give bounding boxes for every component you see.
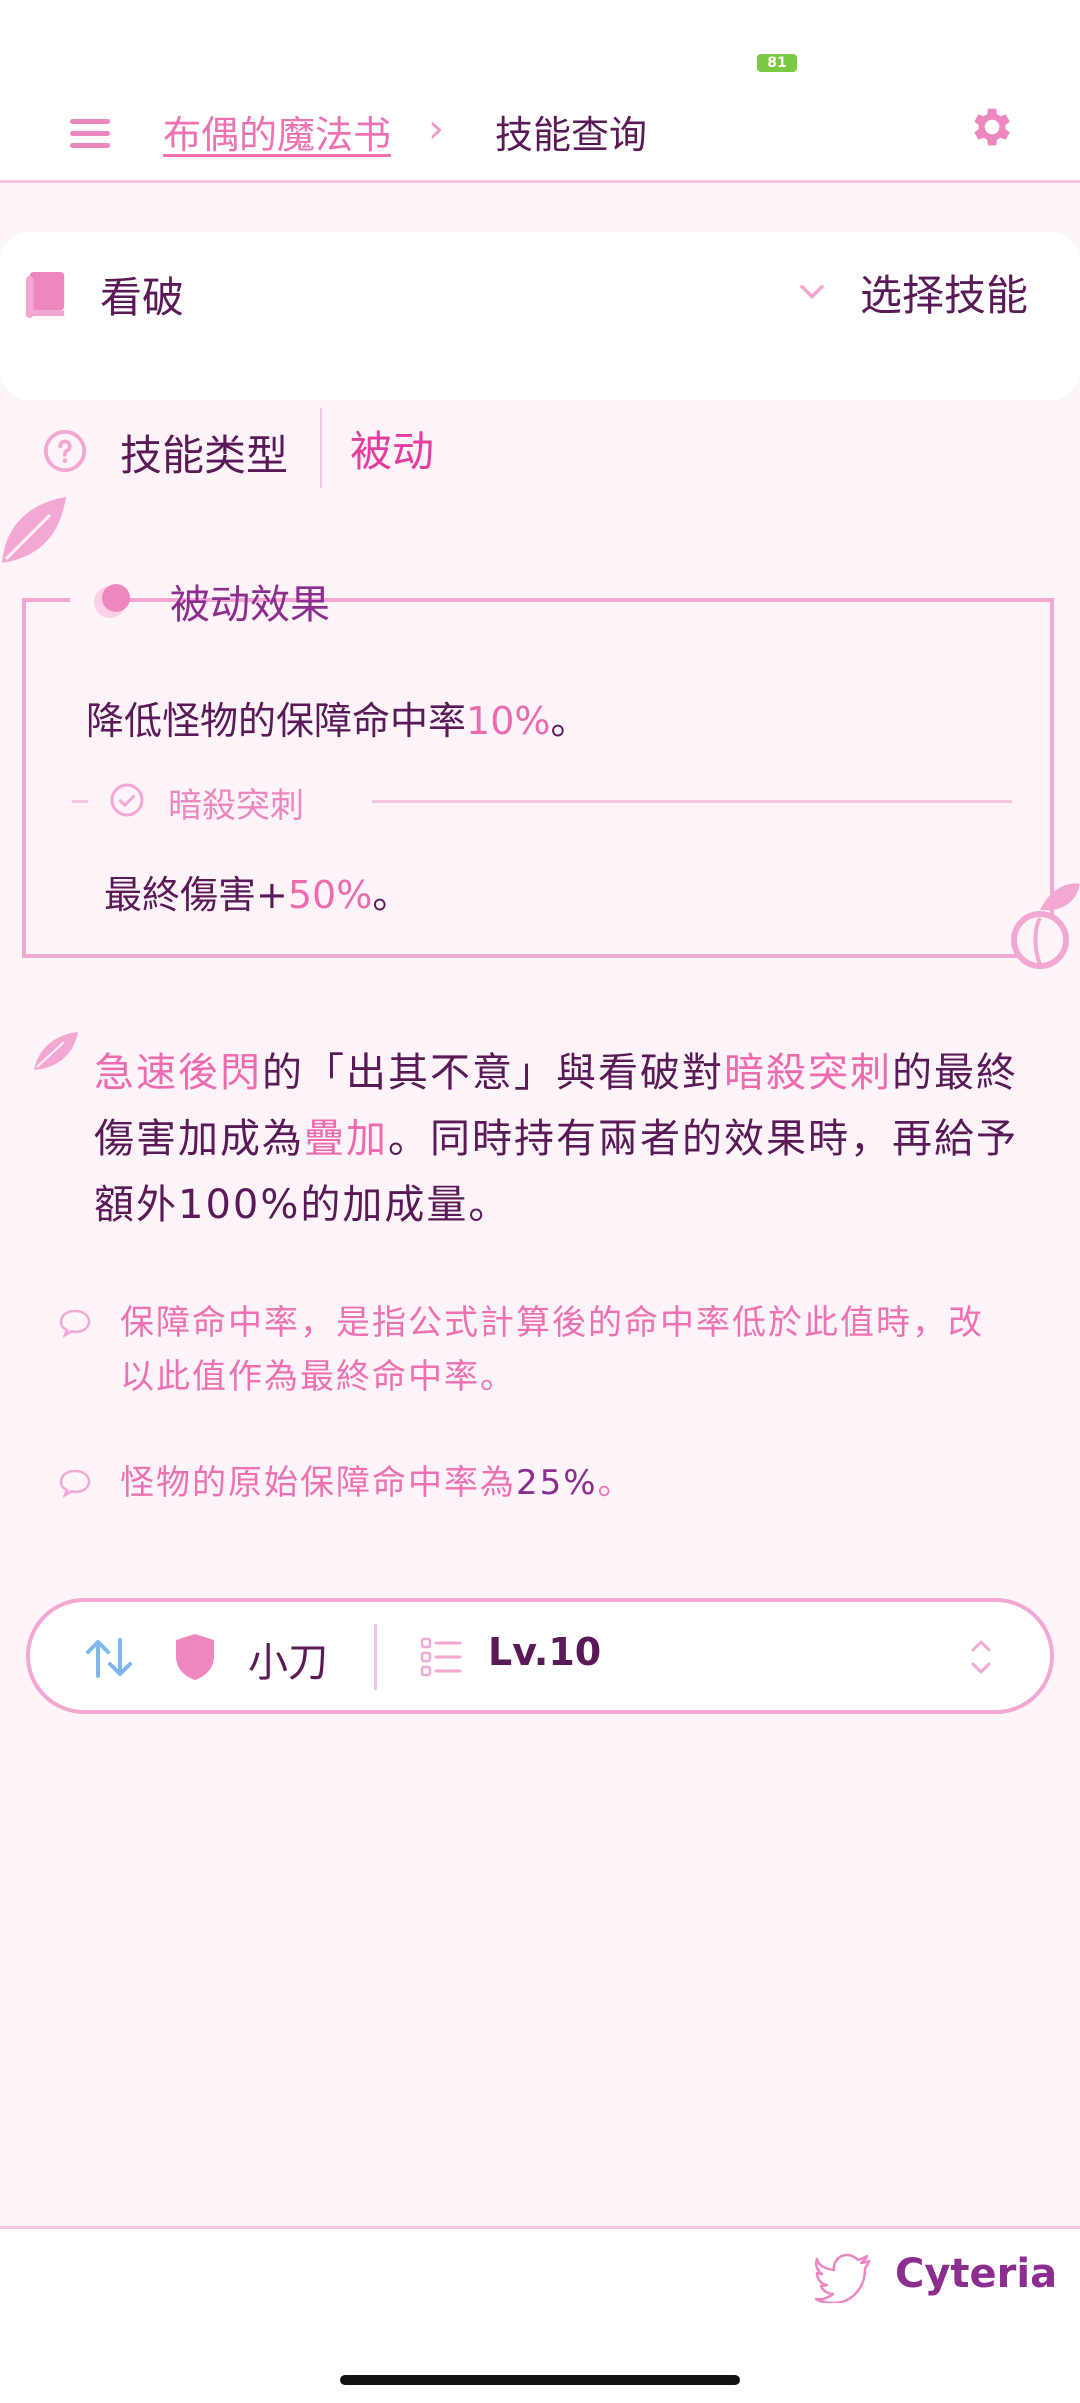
footer: Cyteria [0, 2226, 1080, 2403]
effect-value: 50% [287, 873, 373, 917]
effect-punct: 。 [550, 699, 589, 743]
divider [320, 408, 322, 488]
passive-effect-header: 被动效果 [70, 570, 330, 630]
menu-icon[interactable] [70, 112, 114, 152]
note-text-part: 怪物的原始保障命中率為 [120, 1463, 516, 1503]
divider [372, 800, 1012, 803]
description-text: 的「出其不意」與看破對 [262, 1050, 724, 1096]
skill-level-value[interactable]: Lv.10 [488, 1630, 601, 1674]
help-icon [43, 429, 87, 473]
passive-effect-line-2: 最終傷害+50%。 [104, 864, 410, 919]
condition-skill-title: 暗殺突刺 [168, 786, 304, 826]
page-title: 技能查询 [495, 113, 648, 157]
leaf-icon [2, 497, 66, 563]
gear-icon[interactable] [965, 102, 1015, 152]
skill-link-text: 暗殺突刺 [724, 1050, 892, 1096]
passive-effect-title: 被动效果 [170, 582, 330, 628]
home-indicator[interactable] [340, 2375, 740, 2385]
note-text: 保障命中率，是指公式計算後的命中率低於此值時，改以此值作為最終命中率。 [120, 1303, 984, 1397]
selected-skill-name: 看破 [100, 273, 185, 322]
peach-icon [1011, 883, 1080, 969]
passive-effect-line-1: 降低怪物的保障命中率10%。 [86, 690, 589, 745]
skill-type-value: 被动 [350, 427, 435, 476]
skill-type-row: 技能类型 被动 [0, 400, 1080, 500]
status-bar: 81 [0, 0, 1080, 90]
book-icon [25, 272, 65, 318]
note-text: 怪物的原始保障命中率為25%。 [120, 1456, 1018, 1510]
effect-text: 最終傷害+ [104, 873, 288, 917]
note-text-part: 。 [597, 1463, 634, 1503]
skill-description: 急速後閃的「出其不意」與看破對暗殺突刺的最終傷害加成為疊加。同時持有兩者的效果時… [94, 1040, 1034, 1238]
stepper-updown-icon[interactable] [966, 1632, 996, 1682]
check-circle-icon [110, 783, 144, 817]
list-icon [420, 1637, 462, 1677]
chat-bubble-icon [59, 1469, 91, 1498]
top-app-bar: 布偶的魔法书 › 技能查询 [0, 90, 1080, 183]
brand-name[interactable]: Cyteria [895, 2251, 1057, 2297]
shield-icon [176, 1634, 214, 1680]
effect-punct: 。 [372, 873, 411, 917]
effect-text: 降低怪物的保障命中率 [86, 699, 467, 743]
note-item: 保障命中率，是指公式計算後的命中率低於此值時，改以此值作為最終命中率。 [58, 1296, 1018, 1404]
leaf-icon [34, 1032, 78, 1070]
divider [72, 800, 88, 803]
twitter-bird-icon[interactable] [815, 2253, 871, 2303]
breadcrumb-home-link[interactable]: 布偶的魔法书 [163, 104, 391, 159]
weapon-level-bar: 小刀 Lv.10 [26, 1598, 1054, 1714]
moon-icon [94, 584, 130, 618]
highlight-text: 疊加 [304, 1116, 388, 1162]
skill-selector[interactable]: 看破 选择技能 [0, 232, 1080, 400]
skill-link-text: 急速後閃 [94, 1050, 262, 1096]
skill-type-label: 技能类型 [120, 431, 289, 480]
battery-indicator: 81 [757, 54, 797, 72]
choose-skill-button[interactable]: 选择技能 [860, 262, 1028, 323]
divider [374, 1624, 377, 1690]
weapon-name[interactable]: 小刀 [248, 1630, 328, 1688]
swap-icon[interactable] [84, 1636, 134, 1680]
chevron-right-icon: › [428, 106, 444, 152]
chat-bubble-icon [59, 1309, 91, 1338]
note-value: 25% [516, 1463, 598, 1503]
effect-value: 10% [466, 699, 551, 743]
chevron-down-icon[interactable] [795, 274, 829, 308]
note-item: 怪物的原始保障命中率為25%。 [58, 1456, 1018, 1510]
